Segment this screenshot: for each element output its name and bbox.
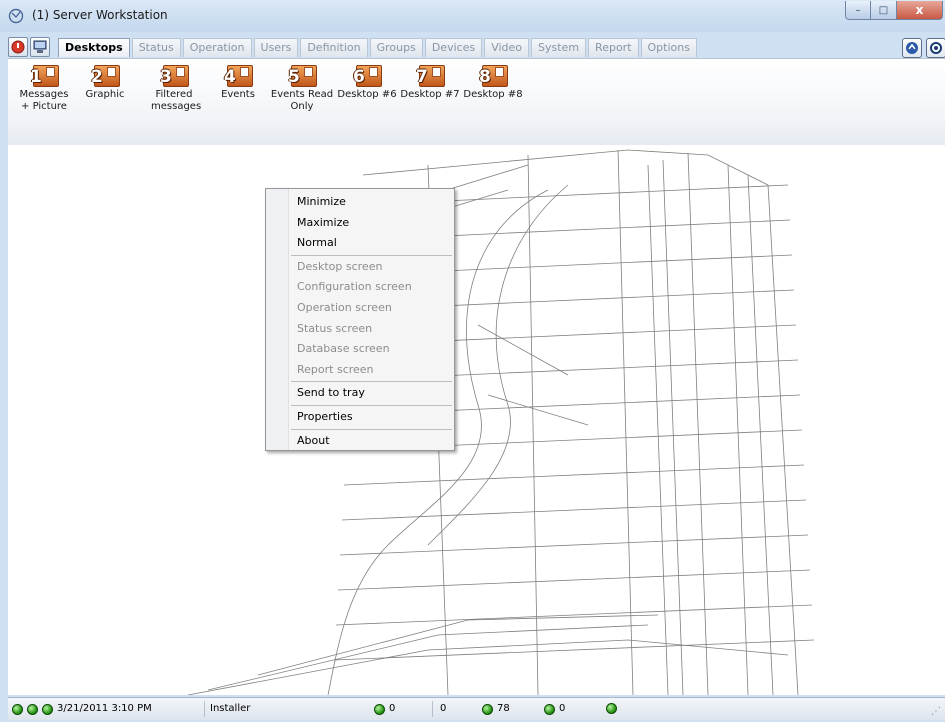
menu-item-operation-screen: Operation screen (297, 300, 392, 314)
question-icon (930, 42, 942, 54)
status-led-icon (42, 703, 53, 715)
desktop-6-icon: 6 (353, 65, 382, 87)
tab-users[interactable]: Users (253, 38, 299, 57)
desktop-6-button[interactable]: 6 Desktop #6 (334, 65, 400, 101)
help-arrow-icon (906, 42, 918, 54)
tab-devices[interactable]: Devices (424, 38, 483, 57)
desktop-6-label: Desktop #6 (337, 89, 397, 100)
power-icon (11, 40, 25, 54)
computer-icon (33, 40, 47, 53)
status-led-icon (27, 703, 38, 715)
user-text: Installer (210, 703, 251, 714)
menu-item-normal[interactable]: Normal (266, 233, 454, 254)
desktop-4-icon: 4 (224, 65, 253, 87)
menu-item-properties[interactable]: Properties (266, 407, 454, 428)
status-counter-4: 0 (544, 703, 565, 715)
menu-item-configuration-screen: Configuration screen (297, 280, 412, 294)
desktop-7-icon: 7 (416, 65, 445, 87)
status-counter-2: 0 (440, 703, 447, 714)
desktop-5-icon: 5 (288, 65, 317, 87)
minimize-window-button[interactable]: – (845, 1, 871, 20)
desktop-3-icon: 3 (160, 65, 189, 87)
status-bar: 3/21/2011 3:10 PM Installer 0 0 78 0 ⋰ (8, 697, 945, 720)
title-bar: (1) Server Workstation – □ x (0, 0, 945, 32)
tab-strip: Desktops Status Operation Users Definiti… (8, 36, 945, 58)
maximize-window-button[interactable]: □ (871, 1, 897, 20)
building-sketch-image (187, 149, 815, 695)
window-controls: – □ x (845, 1, 943, 21)
desktop-4-label: Events (221, 89, 255, 100)
tab-desktops[interactable]: Desktops (58, 38, 130, 57)
desktop-7-label: Desktop #7 (400, 89, 460, 100)
status-indicator (606, 703, 617, 714)
status-counter-1: 0 (374, 703, 395, 715)
menu-item-minimize[interactable]: Minimize (266, 192, 454, 213)
datetime-text: 3/21/2011 3:10 PM (57, 703, 152, 714)
desktop-2-button[interactable]: 2 Graphic (72, 65, 138, 101)
desktop-5-button[interactable]: 5 Events Read Only (269, 65, 335, 113)
status-counter-3: 78 (482, 703, 510, 715)
status-led-icon (374, 703, 385, 715)
context-help-button[interactable] (902, 38, 922, 58)
menu-separator (291, 404, 452, 406)
window-title: (1) Server Workstation (32, 8, 168, 22)
status-led-icon (606, 703, 617, 714)
tab-video[interactable]: Video (484, 38, 530, 57)
app-icon (8, 8, 24, 24)
tab-groups[interactable]: Groups (369, 38, 423, 57)
menu-separator (291, 428, 452, 430)
desktop-4-button[interactable]: 4 Events (205, 65, 271, 101)
main-window: (1) Server Workstation – □ x Desktops St… (0, 0, 945, 722)
desktop-1-icon: 1 (30, 65, 59, 87)
tab-operation[interactable]: Operation (182, 38, 252, 57)
desktop-5-label: Events Read Only (270, 89, 334, 112)
help-button[interactable] (926, 38, 945, 58)
exit-button[interactable] (8, 37, 28, 57)
tab-list: Desktops Status Operation Users Definiti… (58, 38, 699, 57)
menu-item-about[interactable]: About (266, 431, 454, 452)
workstation-button[interactable] (30, 37, 50, 57)
desktop-8-icon: 8 (479, 65, 508, 87)
resize-grip-icon[interactable]: ⋰ (931, 706, 941, 717)
desktops-ribbon: 1 Messages + Picture 2 Graphic 3 Filtere… (8, 58, 945, 146)
menu-item-send-to-tray[interactable]: Send to tray (266, 383, 454, 404)
status-divider (432, 701, 433, 717)
status-led-icon (482, 703, 493, 715)
menu-item-report-screen: Report screen (297, 362, 374, 376)
close-icon: x (915, 3, 924, 17)
desktop-3-label: Filtered messages (151, 89, 202, 112)
desktop-2-label: Graphic (85, 89, 125, 100)
desktop-3-button[interactable]: 3 Filtered messages (141, 65, 207, 113)
context-menu-list: Minimize Maximize Normal Desktop screen … (266, 192, 454, 451)
menu-item-maximize[interactable]: Maximize (266, 213, 454, 234)
desktop-8-label: Desktop #8 (463, 89, 523, 100)
context-menu: Minimize Maximize Normal Desktop screen … (265, 188, 455, 451)
tab-status[interactable]: Status (131, 38, 181, 57)
menu-item-desktop-screen: Desktop screen (297, 259, 383, 273)
maximize-icon: □ (878, 4, 889, 16)
menu-separator (291, 254, 452, 256)
desktop-area[interactable] (8, 145, 945, 695)
desktop-1-button[interactable]: 1 Messages + Picture (11, 65, 77, 113)
menu-item-database-screen: Database screen (297, 342, 390, 356)
tab-definition[interactable]: Definition (300, 38, 368, 57)
close-window-button[interactable]: x (897, 1, 943, 20)
desktop-2-icon: 2 (91, 65, 120, 87)
menu-item-status-screen: Status screen (297, 321, 373, 335)
status-led-icon (544, 703, 555, 715)
status-user: Installer (210, 703, 250, 715)
minimize-icon: – (855, 4, 861, 16)
desktop-7-button[interactable]: 7 Desktop #7 (397, 65, 463, 101)
tab-options[interactable]: Options (640, 38, 697, 57)
status-datetime: 3/21/2011 3:10 PM (12, 703, 152, 715)
tab-report[interactable]: Report (588, 38, 639, 57)
status-divider (204, 701, 205, 717)
desktop-8-button[interactable]: 8 Desktop #8 (460, 65, 526, 101)
menu-separator (291, 381, 452, 383)
tab-system[interactable]: System (531, 38, 587, 57)
desktop-1-label: Messages + Picture (19, 89, 69, 112)
status-led-icon (12, 703, 23, 715)
